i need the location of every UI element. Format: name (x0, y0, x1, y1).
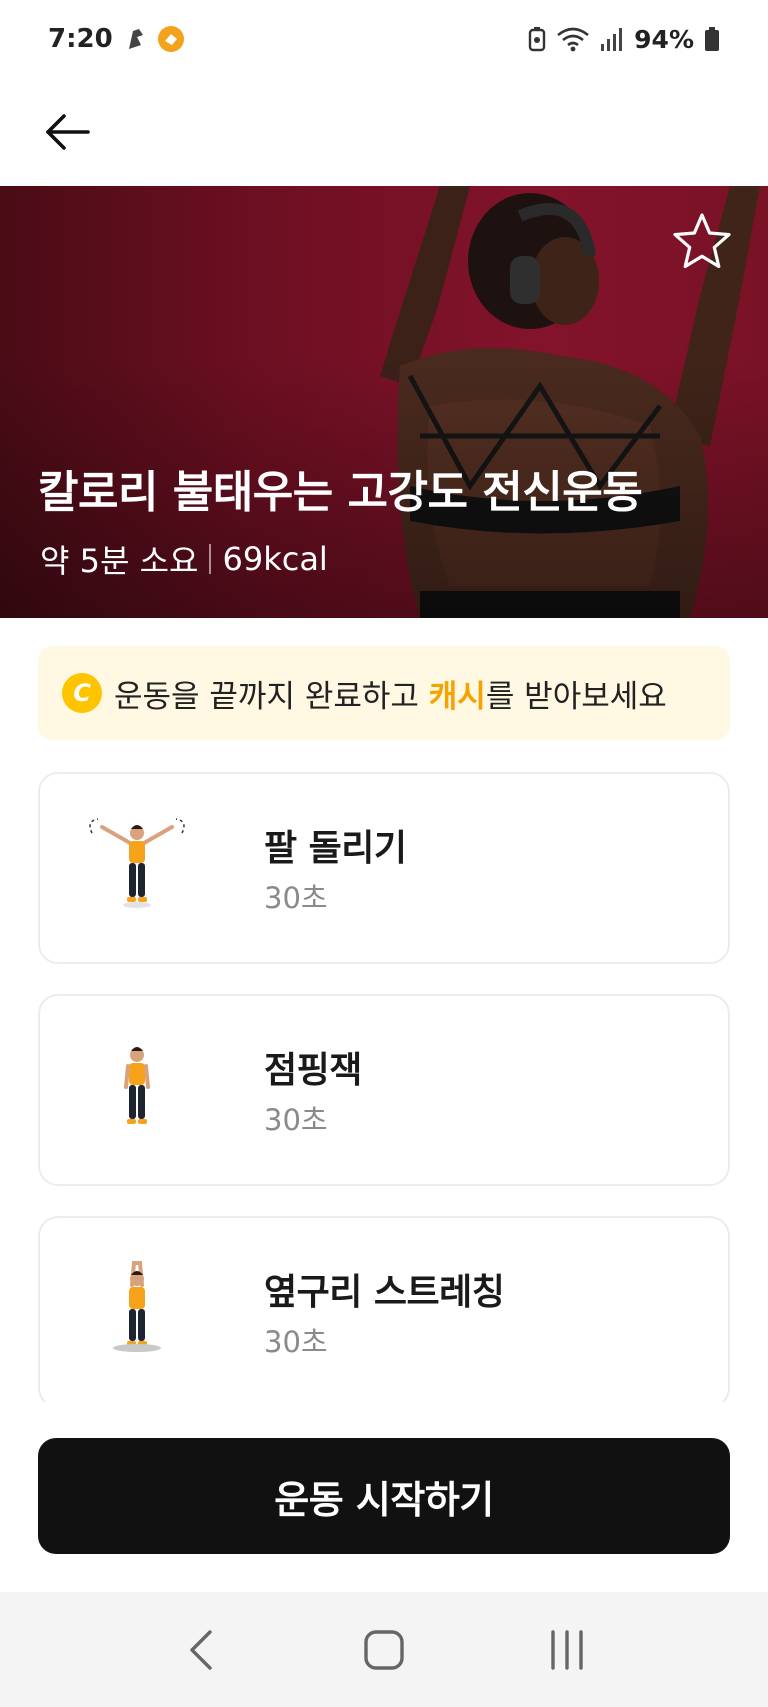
status-bar: 7:20 94% (0, 0, 768, 78)
battery-icon (705, 27, 719, 51)
exercise-thumb (82, 1035, 192, 1145)
star-outline-icon (673, 213, 731, 269)
notification-coin-icon (157, 26, 184, 52)
workout-calories: 69kcal (222, 540, 328, 578)
nav-recents-icon (550, 1629, 583, 1670)
signal-icon (601, 28, 623, 51)
exercise-text: 옆구리 스트레칭 30초 (264, 1263, 505, 1361)
exercise-card[interactable]: 팔 돌리기 30초 (38, 772, 730, 964)
exercise-text: 점핑잭 30초 (264, 1041, 362, 1139)
cash-text-before: 운동을 끝까지 완료하고 (114, 678, 429, 715)
back-button[interactable] (40, 104, 96, 160)
side-stretch-figure (113, 1261, 161, 1352)
system-nav-bar (0, 1592, 768, 1707)
workout-duration: 약 5분 소요 (40, 542, 199, 580)
meta-divider (209, 544, 212, 574)
exercise-thumb (82, 813, 192, 923)
exercise-duration: 30초 (264, 1103, 328, 1137)
exercise-text: 팔 돌리기 30초 (264, 819, 407, 917)
favorite-button[interactable] (670, 210, 734, 274)
cash-highlight: 캐시 (428, 678, 486, 715)
status-right-group: 94% (528, 25, 720, 54)
notification-app-icon (128, 29, 143, 49)
workout-title: 칼로리 불태우는 고강도 전신운동 (38, 467, 643, 518)
cash-text-after: 를 받아보세요 (485, 678, 667, 715)
nav-recents-button[interactable] (527, 1615, 607, 1685)
wifi-icon (557, 27, 589, 52)
hero-banner: 칼로리 불태우는 고강도 전신운동 약 5분 소요 69kcal (0, 186, 768, 618)
app-bar (0, 78, 768, 186)
exercise-name: 점핑잭 (264, 1050, 362, 1091)
exercise-list[interactable]: 팔 돌리기 30초 점핑잭 30초 옆구리 스트레칭 30초 (0, 770, 768, 1402)
workout-meta: 약 5분 소요 69kcal (40, 536, 328, 582)
cash-coin-icon: C (62, 673, 102, 713)
start-workout-button[interactable]: 운동 시작하기 (38, 1438, 730, 1554)
nav-back-icon (190, 1629, 213, 1670)
status-time: 7:20 (48, 24, 113, 54)
status-notification-icons (123, 25, 185, 53)
cash-reward-banner: C 운동을 끝까지 완료하고 캐시 를 받아보세요 (38, 646, 730, 740)
exercise-name: 옆구리 스트레칭 (264, 1272, 505, 1313)
arrow-left-icon (46, 114, 90, 150)
battery-saver-icon (528, 27, 546, 52)
exercise-card[interactable]: 옆구리 스트레칭 30초 (38, 1216, 730, 1402)
exercise-card[interactable]: 점핑잭 30초 (38, 994, 730, 1186)
nav-back-button[interactable] (161, 1615, 241, 1685)
exercise-duration: 30초 (264, 881, 328, 915)
arm-circles-figure (89, 818, 185, 908)
exercise-thumb (82, 1257, 192, 1367)
battery-percent: 94% (634, 24, 694, 54)
nav-home-button[interactable] (344, 1615, 424, 1685)
nav-home-icon (364, 1629, 404, 1670)
exercise-duration: 30초 (264, 1325, 328, 1359)
exercise-name: 팔 돌리기 (264, 828, 407, 869)
jumping-jack-figure (124, 1047, 150, 1124)
